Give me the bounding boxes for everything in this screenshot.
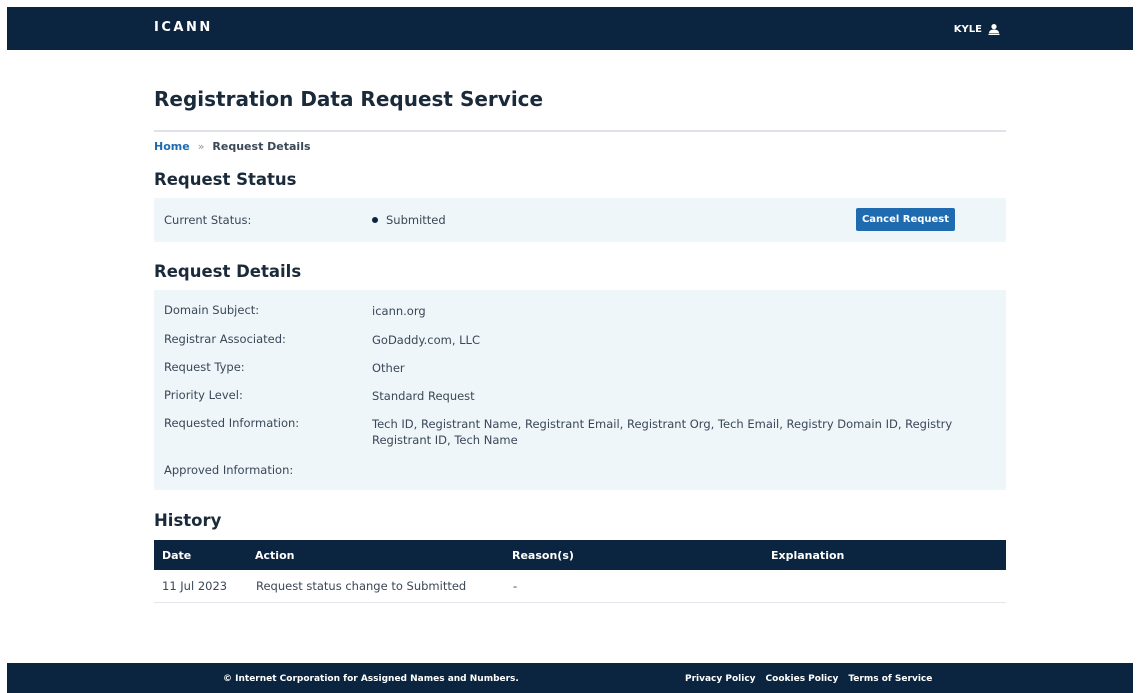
top-navbar: ICANN KYLE (7, 7, 1133, 50)
footer-links: Privacy Policy Cookies Policy Terms of S… (685, 674, 932, 684)
request-details-panel: Domain Subject: icann.org Registrar Asso… (154, 290, 1006, 490)
current-status-value: Submitted (372, 213, 446, 227)
detail-value: Tech ID, Registrant Name, Registrant Ema… (372, 417, 953, 447)
detail-label: Request Type: (164, 360, 245, 374)
detail-value: icann.org (372, 304, 426, 318)
page-title: Registration Data Request Service (154, 87, 544, 111)
detail-value: Standard Request (372, 389, 475, 403)
copyright-text: © Internet Corporation for Assigned Name… (223, 674, 519, 684)
detail-label: Domain Subject: (164, 303, 260, 317)
cancel-request-button[interactable]: Cancel Request (856, 208, 955, 231)
table-row: 11 Jul 2023 Request status change to Sub… (154, 570, 1006, 603)
request-status-panel: Current Status: Submitted Cancel Request (154, 198, 1006, 242)
terms-of-service-link[interactable]: Terms of Service (848, 674, 932, 684)
breadcrumb-current: Request Details (212, 140, 311, 153)
column-header-explanation: Explanation (771, 540, 1006, 570)
title-divider (154, 130, 1006, 132)
detail-label: Approved Information: (164, 463, 294, 477)
privacy-policy-link[interactable]: Privacy Policy (685, 674, 756, 684)
detail-value: Other (372, 361, 405, 375)
icann-logo[interactable]: ICANN (154, 20, 213, 35)
column-header-reasons: Reason(s) (512, 540, 771, 570)
history-reasons-cell: - (512, 570, 771, 603)
request-details-heading: Request Details (154, 262, 302, 281)
history-date-cell: 11 Jul 2023 (154, 570, 255, 603)
status-text: Submitted (386, 213, 446, 227)
history-action-cell: Request status change to Submitted (255, 570, 512, 603)
detail-label: Priority Level: (164, 388, 243, 402)
detail-label: Registrar Associated: (164, 332, 286, 346)
history-table: Date Action Reason(s) Explanation 11 Jul… (154, 540, 1006, 603)
detail-label: Requested Information: (164, 416, 300, 430)
history-heading: History (154, 511, 222, 530)
breadcrumb-separator: » (197, 140, 205, 153)
user-name: KYLE (953, 23, 982, 35)
user-icon (988, 23, 1000, 35)
history-explanation-cell (771, 570, 1006, 603)
breadcrumb-home-link[interactable]: Home (154, 140, 190, 153)
column-header-action: Action (255, 540, 512, 570)
user-menu[interactable]: KYLE (954, 23, 1000, 35)
cookies-policy-link[interactable]: Cookies Policy (766, 674, 839, 684)
request-status-heading: Request Status (154, 170, 297, 189)
column-header-date: Date (154, 540, 255, 570)
current-status-label: Current Status: (164, 213, 252, 227)
page-footer: © Internet Corporation for Assigned Name… (7, 663, 1133, 693)
history-header-row: Date Action Reason(s) Explanation (154, 540, 1006, 570)
status-dot-icon (372, 217, 378, 223)
detail-value: GoDaddy.com, LLC (372, 333, 480, 347)
breadcrumb: Home » Request Details (154, 140, 311, 153)
